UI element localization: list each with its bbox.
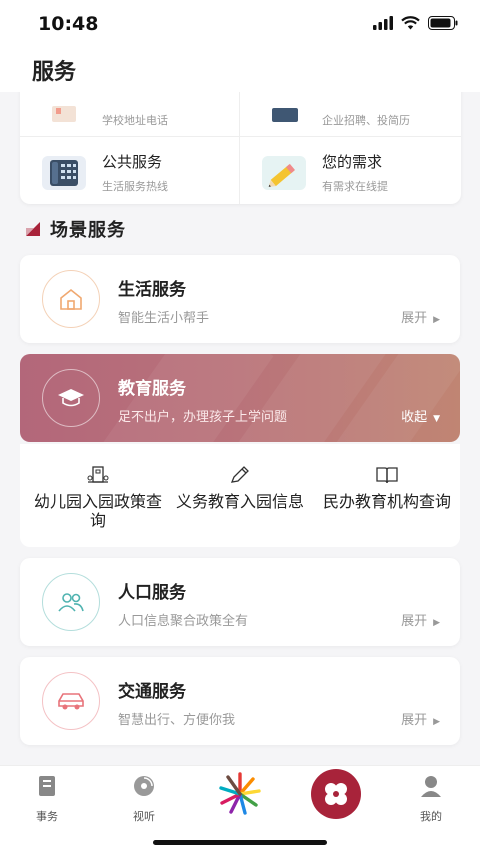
briefcase-icon xyxy=(272,108,298,122)
service-card-life[interactable]: 生活服务 智能生活小帮手 展开 ▶ xyxy=(20,255,460,343)
service-title: 教育服务 xyxy=(118,379,186,399)
education-submenu: 幼儿园入园政策查询 义务教育入园信息 民办教育机构查询 xyxy=(20,444,460,547)
triangle-right-icon: ▶ xyxy=(433,618,440,628)
signal-icon xyxy=(373,16,393,30)
tab-label: 视听 xyxy=(133,810,155,823)
expand-toggle[interactable]: 展开 ▶ xyxy=(401,610,440,629)
user-icon xyxy=(421,776,441,797)
service-subtitle: 智慧出行、方便你我 xyxy=(118,713,236,728)
service-title: 交通服务 xyxy=(118,682,186,702)
people-icon xyxy=(42,573,100,631)
battery-icon xyxy=(428,16,458,30)
home-indicator xyxy=(153,840,327,845)
logo-icon xyxy=(219,772,261,815)
house-icon xyxy=(42,270,100,328)
quick-tile-subtitle: 企业招聘、投简历 xyxy=(322,114,410,127)
status-bar: 10:48 xyxy=(0,0,480,48)
service-card-population[interactable]: 人口服务 人口信息聚合政策全有 展开 ▶ xyxy=(20,558,460,646)
toggle-label: 收起 xyxy=(401,410,428,425)
status-icons xyxy=(373,16,458,30)
expand-toggle[interactable]: 展开 ▶ xyxy=(401,709,440,728)
school-icon xyxy=(52,106,76,122)
toggle-label: 展开 xyxy=(401,311,428,326)
education-item-private[interactable]: 民办教育机构查询 xyxy=(314,444,460,547)
triangle-right-icon: ▶ xyxy=(433,315,440,325)
clipboard-icon xyxy=(39,776,55,796)
section-header: 场景服务 xyxy=(26,216,126,242)
tab-affairs[interactable]: 事务 xyxy=(17,774,77,824)
quick-tile-title: 公共服务 xyxy=(102,153,163,171)
education-item-compulsory[interactable]: 义务教育入园信息 xyxy=(166,444,314,547)
four-petal-icon xyxy=(311,769,361,819)
quick-tile-subtitle: 生活服务热线 xyxy=(102,180,168,193)
service-subtitle: 智能生活小帮手 xyxy=(118,311,210,326)
expand-toggle[interactable]: 展开 ▶ xyxy=(401,307,440,326)
service-title: 人口服务 xyxy=(118,583,186,603)
content-area[interactable]: 学校地址电话 企业招聘、投简历 公共服务 生活服务热线 您的需求 有需求在线提 … xyxy=(0,92,480,765)
service-card-traffic[interactable]: 交通服务 智慧出行、方便你我 展开 ▶ xyxy=(20,657,460,745)
tab-label: 我的 xyxy=(420,810,442,823)
quick-tile-subtitle: 学校地址电话 xyxy=(102,114,168,127)
status-time: 10:48 xyxy=(38,13,99,35)
car-icon xyxy=(42,672,100,730)
wifi-icon xyxy=(401,16,420,30)
book-icon xyxy=(376,467,398,484)
kindergarten-icon xyxy=(87,466,109,483)
service-subtitle: 足不出户，办理孩子上学问题 xyxy=(118,410,288,425)
tab-logo[interactable] xyxy=(210,770,270,822)
graduation-cap-icon xyxy=(42,369,100,427)
quick-tile-jobs[interactable]: 企业招聘、投简历 xyxy=(240,92,460,136)
quick-tile-school[interactable]: 学校地址电话 xyxy=(20,92,240,136)
disc-icon xyxy=(134,776,154,796)
tab-media[interactable]: 视听 xyxy=(114,774,174,824)
tab-label: 事务 xyxy=(36,810,58,823)
quick-tile-your-needs[interactable]: 您的需求 有需求在线提 xyxy=(240,138,460,202)
education-item-label: 民办教育机构查询 xyxy=(322,492,451,511)
section-title: 场景服务 xyxy=(50,220,126,241)
grid-divider xyxy=(20,136,461,137)
phone-icon xyxy=(42,156,86,190)
quick-tile-public-service[interactable]: 公共服务 生活服务热线 xyxy=(20,138,240,202)
service-subtitle: 人口信息聚合政策全有 xyxy=(118,614,249,629)
tab-profile[interactable]: 我的 xyxy=(401,774,461,824)
quick-tile-title: 您的需求 xyxy=(322,153,383,171)
toggle-label: 展开 xyxy=(401,713,428,728)
service-card-education[interactable]: 教育服务 足不出户，办理孩子上学问题 收起 ▼ xyxy=(20,354,460,442)
service-title: 生活服务 xyxy=(118,280,186,300)
collapse-toggle[interactable]: 收起 ▼ xyxy=(401,406,440,425)
page-header: 服务 xyxy=(0,48,480,92)
pencil-icon xyxy=(230,466,249,483)
tab-services[interactable] xyxy=(306,768,366,824)
pencil-icon xyxy=(262,156,306,190)
education-item-kindergarten[interactable]: 幼儿园入园政策查询 xyxy=(28,444,168,547)
triangle-down-icon: ▼ xyxy=(433,414,440,424)
toggle-label: 展开 xyxy=(401,614,428,629)
page-title: 服务 xyxy=(32,60,77,85)
quick-service-grid: 学校地址电话 企业招聘、投简历 公共服务 生活服务热线 您的需求 有需求在线提 xyxy=(20,92,461,204)
triangle-right-icon: ▶ xyxy=(433,717,440,727)
education-item-label: 义务教育入园信息 xyxy=(175,492,304,511)
section-flag-icon xyxy=(26,222,40,236)
quick-tile-subtitle: 有需求在线提 xyxy=(322,180,388,193)
education-item-label: 幼儿园入园政策查询 xyxy=(33,492,162,530)
